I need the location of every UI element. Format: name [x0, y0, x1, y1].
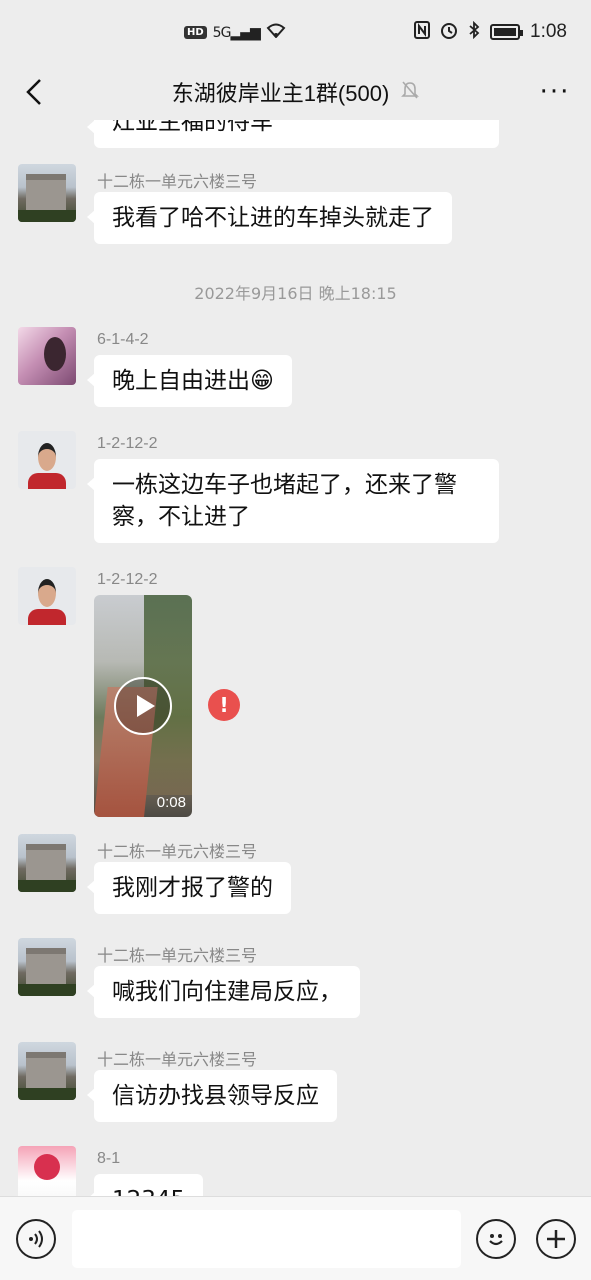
chat-header: 东湖彼岸业主1群(500) ···	[0, 64, 591, 120]
sender-name: 8-1	[97, 1150, 121, 1167]
avatar[interactable]	[18, 164, 76, 222]
sender-name: 十二栋一单元六楼三号	[97, 948, 258, 965]
sender-name: 1-2-12-2	[97, 435, 158, 452]
avatar[interactable]	[18, 1042, 76, 1100]
plus-icon	[547, 1230, 565, 1248]
back-button[interactable]	[14, 72, 54, 112]
message-bubble[interactable]: 12345	[86, 1174, 204, 1196]
avatar[interactable]	[18, 327, 76, 385]
bluetooth-icon	[468, 20, 480, 44]
voice-icon	[29, 1230, 43, 1248]
hd-icon: HD	[184, 26, 207, 39]
play-button[interactable]	[114, 677, 172, 735]
voice-button[interactable]	[16, 1219, 56, 1259]
message-list[interactable]: 灶业主福的待车 十二栋一单元六楼三号 我看了哈不让进的车掉头就走了 2022年9…	[0, 120, 591, 1196]
status-right: 1:08	[414, 20, 567, 44]
sender-name: 6-1-4-2	[97, 331, 149, 348]
bell-muted-icon	[401, 80, 420, 104]
message-bubble[interactable]: 我刚才报了警的	[87, 862, 291, 914]
message-bubble[interactable]: 我看了哈不让进的车掉头就走了	[87, 192, 452, 244]
avatar[interactable]	[18, 567, 76, 625]
nfc-icon	[414, 20, 431, 44]
battery-charging-icon	[490, 24, 524, 40]
message-bubble[interactable]: 一栋这边车子也堵起了，还来了警 察，不让进了	[87, 459, 499, 543]
video-message[interactable]: 0:08	[94, 595, 192, 817]
chat-title[interactable]: 东湖彼岸业主1群(500)	[172, 76, 390, 108]
wifi-icon	[266, 22, 286, 43]
more-button[interactable]: ···	[533, 72, 577, 112]
message-input[interactable]	[72, 1210, 461, 1268]
input-bar	[0, 1196, 591, 1280]
avatar[interactable]	[18, 431, 76, 489]
status-time: 1:08	[530, 21, 567, 42]
play-icon	[136, 695, 155, 717]
alarm-icon	[440, 21, 458, 44]
send-failed-icon[interactable]: !	[208, 689, 240, 721]
network-indicators: HD 5G▂▄▆	[184, 22, 286, 43]
message-bubble[interactable]: 晚上自由进出😁	[87, 355, 292, 407]
avatar[interactable]	[18, 938, 76, 996]
sender-name: 十二栋一单元六楼三号	[97, 174, 258, 191]
message-bubble[interactable]: 灶业主福的待车	[87, 120, 499, 148]
message-line: 察，不让进了	[112, 504, 250, 530]
message-bubble[interactable]: 喊我们向住建局反应，	[87, 966, 360, 1018]
sender-name: 1-2-12-2	[97, 571, 158, 588]
chevron-left-icon	[26, 79, 41, 105]
5g-signal-icon: 5G▂▄▆	[212, 24, 261, 41]
sender-name: 十二栋一单元六楼三号	[97, 1052, 258, 1069]
message-bubble[interactable]: 信访办找县领导反应	[87, 1070, 337, 1122]
plus-button[interactable]	[536, 1219, 576, 1259]
status-bar: HD 5G▂▄▆ 1:08	[0, 0, 591, 64]
avatar[interactable]	[18, 1146, 76, 1196]
emoji-icon	[489, 1234, 503, 1246]
more-dots-icon: ···	[539, 77, 571, 107]
emoji-button[interactable]	[476, 1219, 516, 1259]
video-duration: 0:08	[156, 794, 186, 811]
sender-name: 十二栋一单元六楼三号	[97, 844, 258, 861]
timestamp: 2022年9月16日 晚上18:15	[194, 284, 397, 303]
avatar[interactable]	[18, 834, 76, 892]
message-line: 一栋这边车子也堵起了，还来了警	[112, 472, 457, 498]
